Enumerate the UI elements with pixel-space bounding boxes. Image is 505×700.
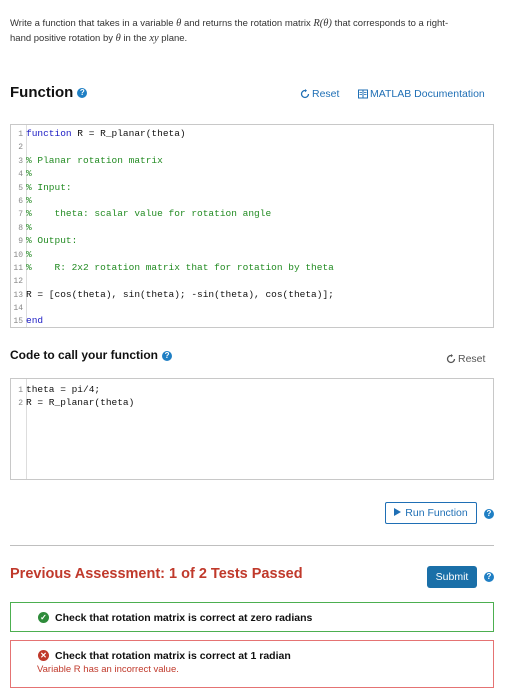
function-title-text: Function xyxy=(10,84,74,101)
prompt-text: Write a function that takes in a variabl… xyxy=(10,18,177,29)
book-icon xyxy=(358,89,368,99)
code-comment: % xyxy=(26,194,32,206)
doc-label: MATLAB Documentation xyxy=(370,88,485,100)
reset-icon xyxy=(300,89,310,99)
function-code-lines: 1 function R = R_planar(theta) 2 3% Planar … xyxy=(11,127,493,328)
matlab-documentation-link[interactable]: MATLAB Documentation xyxy=(358,88,485,100)
line-number: 13 xyxy=(13,290,23,300)
assessment-title: Previous Assessment: 1 of 2 Tests Passed xyxy=(10,566,303,582)
reset-label: Reset xyxy=(312,88,340,100)
code-line[interactable]: 2R = R_planar(theta) xyxy=(11,396,493,409)
code-line[interactable]: 5% Input: xyxy=(11,181,493,194)
line-number: 9 xyxy=(18,237,23,247)
call-reset-button[interactable]: Reset xyxy=(446,353,485,365)
code-line[interactable]: 1 function R = R_planar(theta) xyxy=(11,127,493,140)
code-line[interactable]: 11% R: 2x2 rotation matrix that for rota… xyxy=(11,261,493,274)
code-comment: % xyxy=(26,248,32,260)
x-circle-icon: ✕ xyxy=(38,650,49,661)
function-reset-button[interactable]: Reset xyxy=(300,88,339,100)
test-label: Check that rotation matrix is correct at… xyxy=(55,612,313,624)
run-function-label: Run Function xyxy=(405,507,468,519)
code-line[interactable]: 7% theta: scalar value for rotation angl… xyxy=(11,207,493,220)
test-result-fail: ✕ Check that rotation matrix is correct … xyxy=(10,640,494,688)
help-icon[interactable]: ? xyxy=(77,88,88,99)
code-line[interactable]: 10% xyxy=(11,248,493,261)
code-line[interactable]: 1 theta = pi/4; xyxy=(11,383,493,396)
code-keyword: end xyxy=(26,315,44,327)
divider xyxy=(10,545,494,546)
check-circle-icon: ✓ xyxy=(38,612,49,623)
matrix-symbol: R(θ) xyxy=(313,18,332,29)
line-number: 11 xyxy=(13,263,23,273)
code-line[interactable]: 9% Output: xyxy=(11,234,493,247)
code-text: R = R_planar(theta) xyxy=(26,397,135,409)
function-title: Function? xyxy=(10,84,88,101)
prompt-text: hand positive rotation by xyxy=(10,33,116,44)
problem-description: Write a function that takes in a variabl… xyxy=(10,16,480,46)
test-result-pass: ✓ Check that rotation matrix is correct … xyxy=(10,602,494,632)
code-line[interactable]: 8% xyxy=(11,221,493,234)
line-number: 15 xyxy=(13,317,23,327)
line-number: 4 xyxy=(18,170,23,180)
help-icon[interactable]: ? xyxy=(484,509,494,519)
line-number: 6 xyxy=(18,196,23,206)
function-header: Function? Reset MATLAB Documentation xyxy=(10,84,495,104)
submit-button[interactable]: Submit xyxy=(427,566,477,588)
line-number: 3 xyxy=(18,156,23,166)
help-icon[interactable]: ? xyxy=(484,572,494,582)
play-icon xyxy=(394,508,402,516)
code-text: theta = pi/4; xyxy=(26,384,101,395)
reset-icon xyxy=(446,354,456,364)
line-number: 7 xyxy=(18,210,23,220)
code-line[interactable]: 6% xyxy=(11,194,493,207)
prompt-text: plane. xyxy=(158,33,188,44)
help-icon[interactable]: ? xyxy=(162,350,173,361)
code-line[interactable]: 12 xyxy=(11,274,493,287)
prompt-text: in the xyxy=(120,33,150,44)
code-line[interactable]: 13 R = [cos(theta), sin(theta); -sin(thet… xyxy=(11,288,493,301)
code-keyword: function xyxy=(26,128,72,139)
call-title-text: Code to call your function xyxy=(10,348,159,362)
code-text: R = [cos(theta), sin(theta); -sin(theta)… xyxy=(26,288,334,300)
plane-symbol: xy xyxy=(149,33,159,44)
prompt-text: and returns the rotation matrix xyxy=(181,18,314,29)
call-code-editor[interactable]: 1 theta = pi/4; 2 R = R_planar(theta) xyxy=(10,378,494,480)
line-number: 2 xyxy=(18,143,23,153)
call-header: Code to call your function? Reset xyxy=(10,348,495,368)
code-comment: % xyxy=(26,221,32,233)
line-number: 12 xyxy=(13,277,23,287)
line-number: 5 xyxy=(18,183,23,193)
code-line[interactable]: 14 xyxy=(11,301,493,314)
function-code-editor[interactable]: 1 function R = R_planar(theta) 2 3% Planar … xyxy=(10,124,494,328)
test-error-message: Variable R has an incorrect value. xyxy=(37,664,179,675)
code-comment: % theta: scalar value for rotation angle xyxy=(26,208,272,220)
call-title: Code to call your function? xyxy=(10,348,173,362)
code-comment: % Output: xyxy=(26,235,78,247)
code-comment: % xyxy=(26,168,32,180)
code-comment: % R: 2x2 rotation matrix that for rotati… xyxy=(26,261,334,273)
code-line[interactable]: 3% Planar rotation matrix xyxy=(11,154,493,167)
test-label: Check that rotation matrix is correct at… xyxy=(55,650,291,662)
code-line[interactable]: 2 xyxy=(11,140,493,153)
code-comment: % Input: xyxy=(26,181,72,193)
call-code-lines: 1 theta = pi/4; 2 R = R_planar(theta) xyxy=(11,383,493,410)
line-number: 8 xyxy=(18,223,23,233)
code-comment: % Planar rotation matrix xyxy=(26,154,163,166)
reset-label: Reset xyxy=(458,353,486,365)
line-number: 1 xyxy=(18,386,23,395)
line-number: 14 xyxy=(13,304,23,314)
code-line[interactable]: 4% xyxy=(11,167,493,180)
prompt-text: that corresponds to a right- xyxy=(331,18,449,29)
line-number: 1 xyxy=(18,130,23,139)
code-line[interactable]: 15 end xyxy=(11,314,493,327)
line-number: 2 xyxy=(18,399,23,409)
run-function-button[interactable]: Run Function xyxy=(385,502,477,524)
code-text: R = R_planar(theta) xyxy=(71,128,186,139)
line-number: 10 xyxy=(13,250,23,260)
